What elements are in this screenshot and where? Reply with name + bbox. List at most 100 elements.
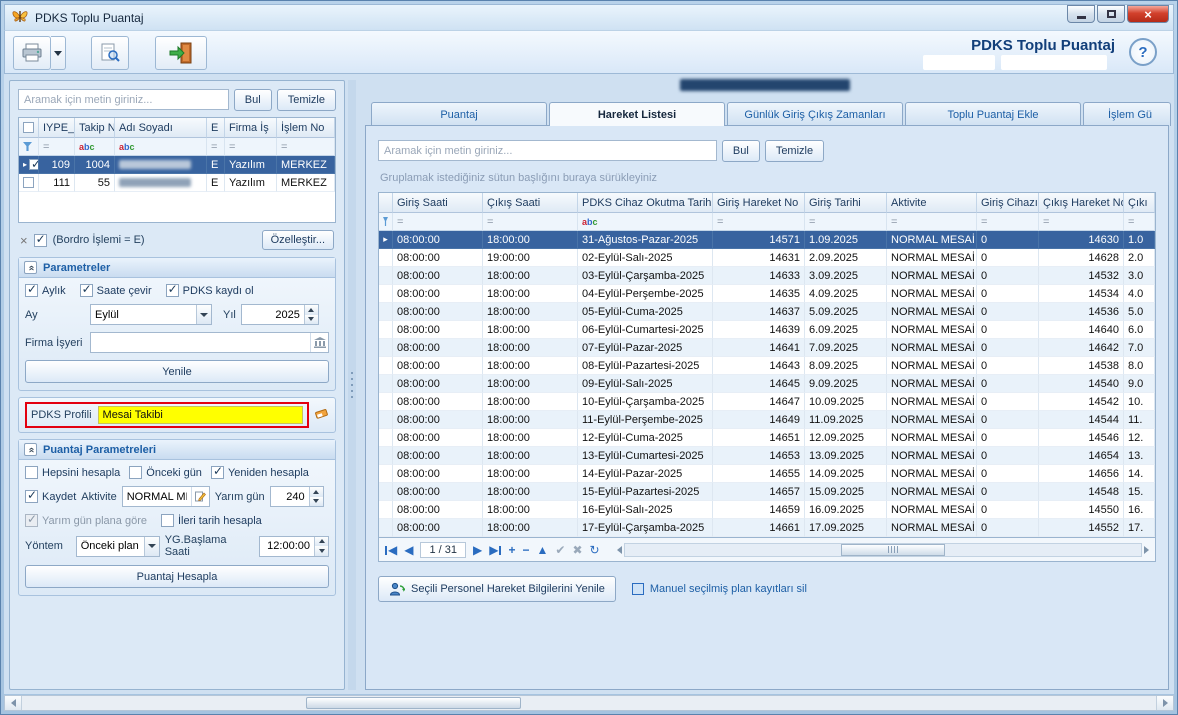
main-scrollbar-thumb[interactable] [306,697,521,709]
yg-baslama-spinner[interactable] [259,536,329,557]
filter-cell[interactable]: = [977,213,1039,231]
filter-cell[interactable]: = [1039,213,1124,231]
movement-row[interactable]: 08:00:0018:00:0017-Eylül-Çarşamba-202514… [379,519,1155,537]
column-header[interactable]: Aktivite [887,193,977,213]
filter-cell[interactable]: = [225,138,277,156]
print-preview-button[interactable] [91,36,129,70]
filter-funnel-icon[interactable] [383,217,388,226]
saate-cevir-checkbox[interactable] [80,284,93,297]
movement-row[interactable]: 08:00:0019:00:0002-Eylül-Salı-2025146312… [379,249,1155,267]
pdks-kaydi-checkbox[interactable] [166,284,179,297]
filter-cell[interactable]: = [887,213,977,231]
spin-up-icon[interactable] [310,487,323,497]
row-select-checkbox[interactable] [23,177,34,188]
maximize-button[interactable] [1097,5,1125,23]
collapse-icon[interactable]: « [24,261,37,274]
starts-with-filter-icon[interactable]: abc [119,141,135,153]
puantaj-hesapla-button[interactable]: Puantaj Hesapla [25,565,329,588]
parameters-header[interactable]: « Parametreler [19,258,335,278]
minimize-button[interactable] [1067,5,1095,23]
tab-hareket-listesi[interactable]: Hareket Listesi [549,102,725,126]
building-icon[interactable] [310,333,328,352]
movement-row[interactable]: 08:00:0018:00:0014-Eylül-Pazar-202514655… [379,465,1155,483]
yarim-gun-value[interactable] [271,487,309,506]
refresh-selected-personnel-button[interactable]: Seçili Personel Hareket Bilgilerini Yeni… [378,576,616,602]
movements-clear-button[interactable]: Temizle [765,140,824,162]
column-header[interactable]: IYPE_I [39,118,75,138]
select-all-checkbox[interactable] [23,122,34,133]
filter-cell[interactable]: abc [578,213,713,231]
movement-row[interactable]: ▸08:00:0018:00:0031-Ağustos-Pazar-202514… [379,231,1155,249]
filter-cell[interactable]: abc [75,138,115,156]
scroll-left-button[interactable] [5,696,22,710]
tab-gunluk-giris-cikis[interactable]: Günlük Giriş Çıkış Zamanları [727,102,903,126]
delete-row-button[interactable]: − [522,544,529,556]
spin-up-icon[interactable] [315,537,328,547]
collapse-icon[interactable]: « [24,443,37,456]
close-button[interactable]: × [1127,5,1169,23]
aylik-checkbox[interactable] [25,284,38,297]
spin-down-icon[interactable] [315,546,328,556]
edit-row-button[interactable]: ▲ [537,544,549,556]
spin-up-icon[interactable] [305,305,318,315]
filter-cell[interactable]: = [1124,213,1155,231]
column-header[interactable]: Giriş Cihazı [977,193,1039,213]
grid-horizontal-scrollbar[interactable] [617,543,1149,557]
pdks-profile-value[interactable]: Mesai Takibi [98,406,303,424]
column-header[interactable]: Çıkı [1124,193,1155,213]
starts-with-filter-icon[interactable]: abc [79,141,95,153]
column-header[interactable]: Takip N [75,118,115,138]
prev-page-button[interactable]: ◀ [404,544,413,556]
movement-row[interactable]: 08:00:0018:00:0015-Eylül-Pazartesi-20251… [379,483,1155,501]
chevron-down-icon[interactable] [144,537,159,556]
clear-filter-icon[interactable]: × [20,234,28,247]
yeniden-hesapla-checkbox[interactable] [211,466,224,479]
aktivite-field[interactable] [122,486,210,507]
column-header[interactable]: PDKS Cihaz Okutma Tarih [578,193,713,213]
filter-enabled-checkbox[interactable] [34,234,47,247]
movements-search-input[interactable] [378,140,717,161]
hepsini-hesapla-checkbox[interactable] [25,466,38,479]
row-checkbox-cell[interactable] [19,174,39,192]
column-header[interactable]: Adı Soyadı [115,118,207,138]
year-spinner-value[interactable] [242,305,304,324]
movement-row[interactable]: 08:00:0018:00:0011-Eylül-Perşembe-202514… [379,411,1155,429]
select-all-checkbox-cell[interactable] [19,118,39,138]
month-combo[interactable] [90,304,212,325]
print-button[interactable] [13,36,51,70]
print-dropdown-button[interactable] [51,36,66,70]
scroll-right-button[interactable] [1156,696,1173,710]
movement-row[interactable]: 08:00:0018:00:0004-Eylül-Perşembe-202514… [379,285,1155,303]
onceki-gun-checkbox[interactable] [129,466,142,479]
scroll-right-icon[interactable] [1144,546,1149,554]
spin-down-icon[interactable] [305,315,318,325]
filter-funnel-icon[interactable] [23,142,32,151]
main-horizontal-scrollbar[interactable] [4,695,1174,711]
month-combo-value[interactable] [91,305,196,324]
column-header[interactable]: Çıkış Saati [483,193,578,213]
kaydet-checkbox[interactable] [25,490,38,503]
year-spinner[interactable] [241,304,319,325]
commit-edit-button[interactable]: ✔ [555,544,565,556]
movement-row[interactable]: 08:00:0018:00:0010-Eylül-Çarşamba-202514… [379,393,1155,411]
filter-cell[interactable]: = [393,213,483,231]
personnel-clear-button[interactable]: Temizle [277,89,336,111]
panel-splitter[interactable] [348,80,356,690]
ileri-tarih-checkbox[interactable] [161,514,174,527]
help-button[interactable]: ? [1129,38,1157,66]
refresh-button[interactable]: Yenile [25,360,329,383]
delete-manual-plans-item[interactable]: Manuel seçilmiş plan kayıtları sil [632,583,807,595]
last-page-button[interactable]: ▶ [489,544,501,556]
movements-find-button[interactable]: Bul [722,140,760,162]
scrollbar-thumb[interactable] [841,544,944,556]
tab-puantaj[interactable]: Puantaj [371,102,547,126]
company-input[interactable] [91,333,310,352]
movement-row[interactable]: 08:00:0018:00:0006-Eylül-Cumartesi-20251… [379,321,1155,339]
yontem-combo-value[interactable] [77,537,144,556]
movement-row[interactable]: 08:00:0018:00:0007-Eylül-Pazar-202514641… [379,339,1155,357]
personnel-row[interactable]: 11155EYazılımMERKEZ [19,174,335,192]
cancel-edit-button[interactable]: ✖ [572,544,582,556]
scroll-left-icon[interactable] [617,546,622,554]
puantaj-parameters-header[interactable]: « Puantaj Parametreleri [19,440,335,460]
personnel-search-input[interactable] [18,89,229,110]
